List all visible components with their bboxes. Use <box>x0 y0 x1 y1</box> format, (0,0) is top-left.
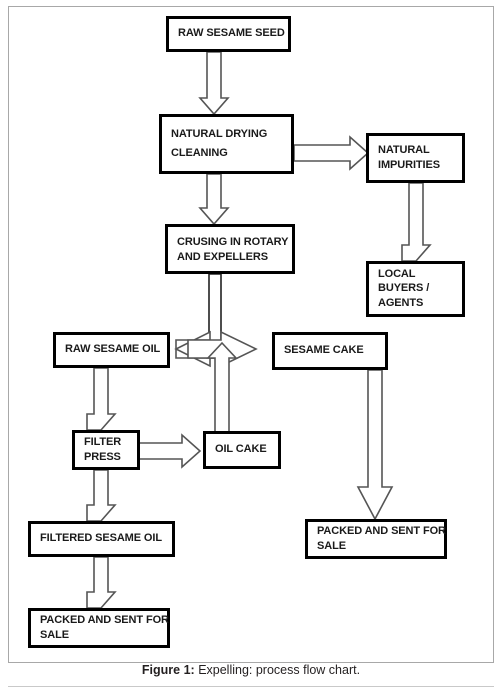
node-filter-press-line-1: FILTER <box>84 435 122 448</box>
figure-container: RAW SESAME SEED NATURAL DRYING CLEANING … <box>0 0 502 695</box>
node-local-buyers-agents-line-1: LOCAL <box>378 267 416 280</box>
process-flow-diagram: RAW SESAME SEED NATURAL DRYING CLEANING … <box>0 0 502 695</box>
node-packed-sent-sale-left[interactable]: PACKED AND SENT FOR SALE <box>28 608 170 648</box>
caption-divider <box>8 686 494 687</box>
node-oil-cake[interactable]: OIL CAKE <box>203 431 281 469</box>
node-raw-sesame-seed-line-1: RAW SESAME SEED <box>178 27 285 40</box>
figure-caption: Figure 1: Expelling: process flow chart. <box>0 663 502 677</box>
node-raw-sesame-oil-line-1: RAW SESAME OIL <box>65 343 161 356</box>
arrow-filter-to-filtered-oil <box>86 469 117 522</box>
arrow-drying-to-crusing <box>198 173 230 226</box>
node-packed-sent-sale-right-line-1: PACKED AND SENT FOR <box>317 524 446 537</box>
node-local-buyers-agents[interactable]: LOCAL BUYERS / AGENTS <box>366 261 465 317</box>
node-sesame-cake-line-1: SESAME CAKE <box>284 344 364 357</box>
node-natural-drying-cleaning[interactable]: NATURAL DRYING CLEANING <box>159 114 294 174</box>
node-natural-impurities[interactable]: NATURAL IMPURITIES <box>366 133 465 183</box>
node-raw-sesame-seed[interactable]: RAW SESAME SEED <box>166 16 291 52</box>
node-natural-drying-cleaning-line-1: NATURAL DRYING <box>171 127 268 140</box>
node-packed-sent-sale-left-line-1: PACKED AND SENT FOR <box>40 613 169 626</box>
figure-caption-label: Figure 1: <box>141 663 195 677</box>
arrow-raw-oil-to-filter <box>86 367 117 431</box>
arrow-filter-to-oilcake <box>138 433 202 469</box>
arrow-junction-to-raw-oil <box>174 330 211 368</box>
node-natural-drying-cleaning-line-2: CLEANING <box>171 146 228 159</box>
arrow-drying-to-impurities <box>293 135 370 171</box>
node-packed-sent-sale-right[interactable]: PACKED AND SENT FOR SALE <box>305 519 447 559</box>
arrow-filtered-oil-to-packed-left <box>86 556 117 609</box>
node-natural-impurities-line-1: NATURAL <box>378 143 430 156</box>
arrow-junction-to-sesame-cake <box>187 330 258 368</box>
node-crusing-line-1: CRUSING IN ROTARY <box>177 236 289 248</box>
node-filtered-sesame-oil-line-1: FILTERED SESAME OIL <box>40 532 162 545</box>
arrow-seed-to-drying <box>198 51 230 116</box>
arrow-sesame-cake-to-packed-right <box>356 369 394 521</box>
node-natural-impurities-line-2: IMPURITIES <box>378 158 440 171</box>
arrow-impurities-to-buyers <box>401 182 432 262</box>
figure-caption-text: Expelling: process flow chart. <box>198 663 361 677</box>
node-crusing-rotary-expellers[interactable]: CRUSING IN ROTARY AND EXPELLERS <box>165 224 295 274</box>
node-sesame-cake[interactable]: SESAME CAKE <box>272 332 388 370</box>
node-oil-cake-line-1: OIL CAKE <box>215 443 267 456</box>
node-local-buyers-agents-line-2: BUYERS / <box>378 282 430 295</box>
node-filter-press-line-2: PRESS <box>84 450 121 463</box>
node-packed-sent-sale-right-line-2: SALE <box>317 539 346 552</box>
node-local-buyers-agents-line-3: AGENTS <box>378 296 424 309</box>
arrow-oilcake-to-junction <box>206 341 238 433</box>
arrow-crusing-trunk <box>208 273 222 359</box>
node-filtered-sesame-oil[interactable]: FILTERED SESAME OIL <box>28 521 175 557</box>
node-raw-sesame-oil[interactable]: RAW SESAME OIL <box>53 332 170 368</box>
node-packed-sent-sale-left-line-2: SALE <box>40 628 69 641</box>
node-crusing-line-2: AND EXPELLERS <box>177 250 268 263</box>
node-filter-press[interactable]: FILTER PRESS <box>72 430 140 470</box>
